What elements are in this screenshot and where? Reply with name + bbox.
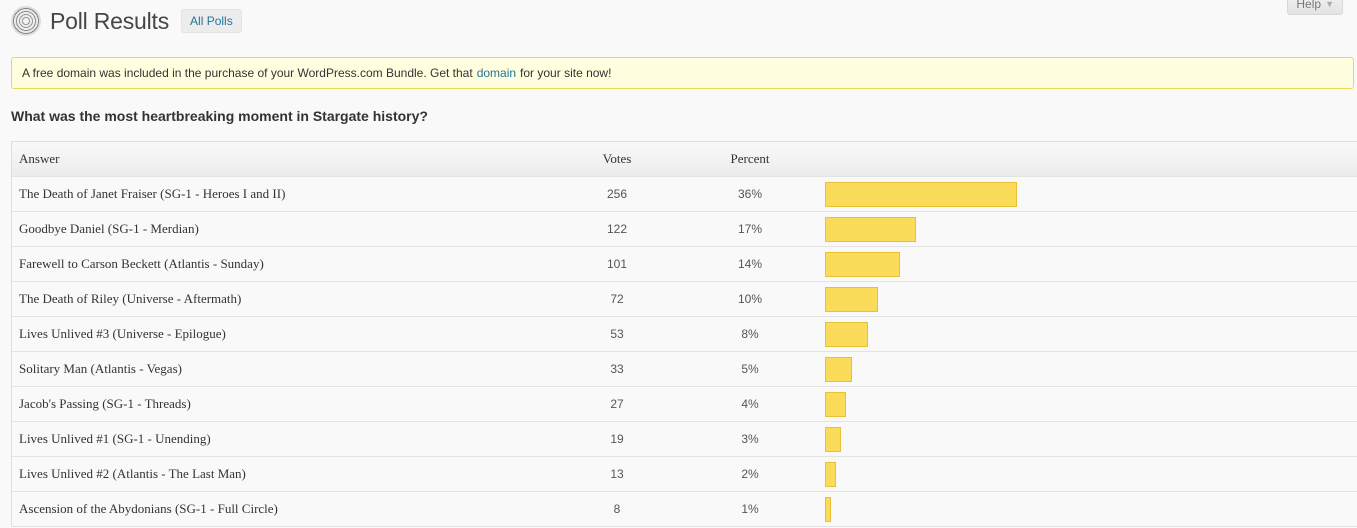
help-button[interactable]: Help ▼: [1287, 0, 1343, 15]
results-table: Answer Votes Percent The Death of Janet …: [11, 141, 1357, 527]
vote-percent: 1%: [741, 502, 759, 516]
table-row: Farewell to Carson Beckett (Atlantis - S…: [12, 247, 1357, 282]
answer-text: Goodbye Daniel (SG-1 - Merdian): [19, 221, 199, 236]
table-row: Goodbye Daniel (SG-1 - Merdian) 122 17%: [12, 212, 1357, 247]
all-polls-button[interactable]: All Polls: [181, 9, 242, 33]
domain-link[interactable]: domain: [477, 66, 516, 80]
notice-text: A free domain was included in the purcha…: [22, 66, 473, 80]
vote-count: 19: [610, 432, 624, 446]
answer-text: Solitary Man (Atlantis - Vegas): [19, 361, 182, 376]
page-title: Poll Results: [50, 7, 170, 34]
vote-count: 33: [610, 362, 624, 376]
vote-percent: 4%: [741, 397, 759, 411]
result-bar: [825, 392, 846, 417]
result-bar: [825, 427, 841, 452]
result-bar: [825, 217, 916, 242]
result-bar: [825, 182, 1017, 207]
vote-percent: 2%: [741, 467, 759, 481]
votes-column-header: Votes: [602, 151, 632, 166]
table-row: Solitary Man (Atlantis - Vegas) 33 5%: [12, 352, 1357, 387]
notice-text-end: for your site now!: [520, 66, 612, 80]
polls-logo-icon: [11, 6, 41, 36]
vote-count: 72: [610, 292, 624, 306]
answer-text: The Death of Janet Fraiser (SG-1 - Heroe…: [19, 186, 286, 201]
table-row: Lives Unlived #2 (Atlantis - The Last Ma…: [12, 457, 1357, 492]
poll-question: What was the most heartbreaking moment i…: [11, 108, 428, 124]
table-row: The Death of Janet Fraiser (SG-1 - Heroe…: [12, 177, 1357, 212]
table-row: The Death of Riley (Universe - Aftermath…: [12, 282, 1357, 317]
vote-percent: 3%: [741, 432, 759, 446]
table-header-row: Answer Votes Percent: [12, 142, 1357, 177]
answer-text: Lives Unlived #3 (Universe - Epilogue): [19, 326, 226, 341]
answer-text: Lives Unlived #1 (SG-1 - Unending): [19, 431, 211, 446]
answer-text: Farewell to Carson Beckett (Atlantis - S…: [19, 256, 264, 271]
chevron-down-icon: ▼: [1325, 0, 1334, 9]
vote-count: 256: [606, 187, 628, 201]
percent-column-header: Percent: [730, 151, 770, 166]
table-row: Ascension of the Abydonians (SG-1 - Full…: [12, 492, 1357, 527]
vote-percent: 10%: [737, 292, 763, 306]
vote-percent: 17%: [737, 222, 763, 236]
result-bar: [825, 497, 831, 522]
vote-percent: 5%: [741, 362, 759, 376]
vote-percent: 36%: [737, 187, 763, 201]
answer-text: Ascension of the Abydonians (SG-1 - Full…: [19, 501, 278, 516]
answer-text: Lives Unlived #2 (Atlantis - The Last Ma…: [19, 466, 246, 481]
table-row: Jacob's Passing (SG-1 - Threads) 27 4%: [12, 387, 1357, 422]
vote-count: 27: [610, 397, 624, 411]
result-bar: [825, 462, 836, 487]
vote-count: 122: [606, 222, 628, 236]
table-row: Lives Unlived #1 (SG-1 - Unending) 19 3%: [12, 422, 1357, 457]
vote-count: 8: [613, 502, 621, 516]
answer-text: Jacob's Passing (SG-1 - Threads): [19, 396, 191, 411]
answer-text: The Death of Riley (Universe - Aftermath…: [19, 291, 242, 306]
result-bar: [825, 357, 852, 382]
vote-count: 101: [606, 257, 628, 271]
vote-percent: 8%: [741, 327, 759, 341]
vote-count: 13: [610, 467, 624, 481]
answer-column-header: Answer: [19, 151, 60, 166]
vote-percent: 14%: [737, 257, 763, 271]
domain-notice: A free domain was included in the purcha…: [11, 57, 1354, 89]
result-bar: [825, 287, 878, 312]
page-header: Poll Results All Polls: [11, 4, 242, 38]
result-bar: [825, 252, 900, 277]
help-label: Help: [1296, 0, 1322, 11]
result-bar: [825, 322, 868, 347]
table-row: Lives Unlived #3 (Universe - Epilogue) 53…: [12, 317, 1357, 352]
vote-count: 53: [610, 327, 624, 341]
